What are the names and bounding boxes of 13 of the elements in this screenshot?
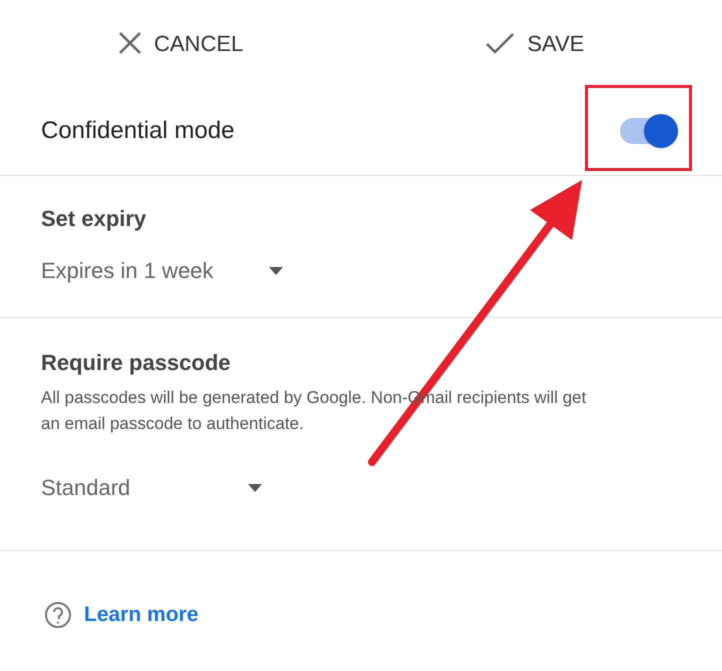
check-icon xyxy=(485,31,516,55)
close-icon xyxy=(118,31,142,55)
learn-more-link[interactable]: Learn more xyxy=(84,599,198,630)
save-button[interactable]: SAVE xyxy=(485,26,584,60)
section-title: Require passcode xyxy=(41,349,232,377)
caret-icon xyxy=(269,266,284,274)
help-icon xyxy=(44,600,72,629)
section-title: Set expiry xyxy=(41,205,148,233)
expiry-dropdown[interactable]: Expires in 1 week xyxy=(41,254,284,287)
passcode-dropdown[interactable]: Standard xyxy=(41,471,262,504)
caret-icon xyxy=(248,484,262,492)
confidential-mode-label: Confidential mode xyxy=(41,116,234,146)
cancel-button[interactable]: CANCEL xyxy=(118,26,244,60)
